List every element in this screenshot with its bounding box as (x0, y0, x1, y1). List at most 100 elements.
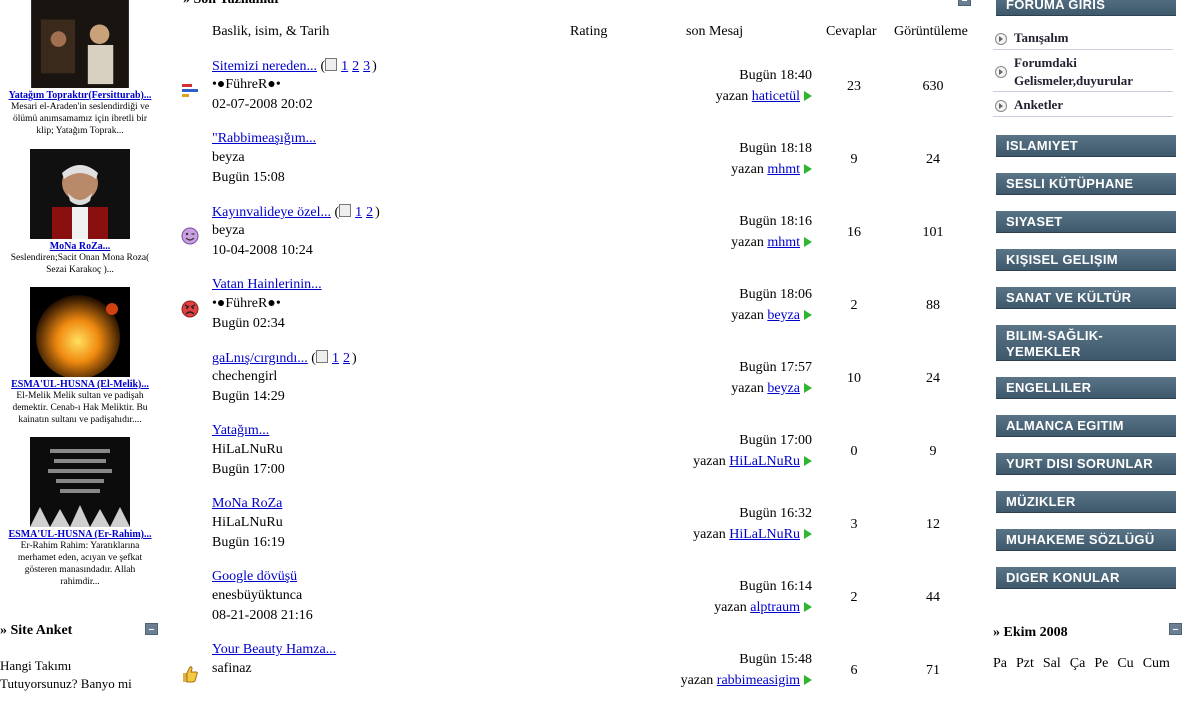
thread-date: Bugün 15:08 (212, 170, 285, 185)
sub-item-tanisalim[interactable]: Tanışalım (993, 30, 1173, 50)
page-link[interactable]: 1 (355, 205, 362, 220)
last-post-user-link[interactable]: mhmt (767, 162, 800, 177)
video-thumbnail[interactable] (30, 287, 130, 377)
page-link[interactable]: 1 (332, 351, 339, 366)
nav-category-button[interactable]: ISLAMIYET (996, 135, 1176, 157)
column-header-views[interactable]: Görüntüleme (894, 24, 968, 40)
thread-title-link[interactable]: gaLnış/cırgındı... (212, 351, 308, 366)
nav-category-button[interactable]: YURT DISI SORUNLAR (996, 453, 1176, 475)
nav-category-button[interactable]: BILIM-SAĞLIK-YEMEKLER (996, 325, 1176, 361)
last-post-by: yazan haticetül (716, 89, 812, 105)
video-title[interactable]: MoNa RoZa... (0, 241, 160, 252)
go-to-last-post-icon[interactable] (804, 237, 812, 247)
go-to-last-post-icon[interactable] (804, 383, 812, 393)
forum-login-button[interactable]: FORUMA GIRIS (996, 0, 1176, 16)
video-title[interactable]: Yatağım Topraktır(Fersitturab)... (0, 90, 160, 101)
thread-title-link[interactable]: Your Beauty Hamza... (212, 642, 336, 657)
nav-category-button[interactable]: SANAT VE KÜLTÜR (996, 287, 1176, 309)
column-header-subject[interactable]: Baslik, isim, & Tarih (212, 24, 329, 40)
go-to-last-post-icon[interactable] (804, 602, 812, 612)
view-count: 24 (926, 152, 940, 167)
column-header-rating[interactable]: Rating (570, 24, 607, 40)
sub-item-label: Tanışalım (1014, 30, 1069, 45)
last-post-time: Bugün 17:57 (739, 360, 812, 375)
nav-category-button[interactable]: ENGELLILER (996, 377, 1176, 399)
thread-pages: (1 2) (330, 204, 380, 220)
reply-count: 10 (847, 371, 861, 386)
weekday-label: Sal (1042, 656, 1061, 671)
collapse-icon[interactable] (145, 623, 158, 635)
nav-category-button[interactable]: MUHAKEME SÖZLÜGÜ (996, 529, 1176, 551)
view-count: 9 (929, 444, 937, 459)
thread-row: Vatan Hainlerinin... •●FühreR●• Bugün 02:3… (180, 277, 980, 350)
last-post-user-link[interactable]: rabbimeasigim (717, 673, 800, 688)
nav-category-button[interactable]: ALMANCA EGITIM (996, 415, 1176, 437)
calendar-title: » Ekim 2008 (993, 625, 1068, 640)
column-header-replies[interactable]: Cevaplar (826, 24, 877, 40)
reply-count: 9 (850, 152, 858, 167)
reply-count: 23 (847, 79, 861, 94)
nav-category-button[interactable]: MÜZIKLER (996, 491, 1176, 513)
thread-title-line: Your Beauty Hamza... (212, 642, 336, 658)
thread-author: HiLaLNuRu (212, 442, 283, 457)
video-thumbnail[interactable] (30, 0, 130, 88)
weekday-label: Cum (1142, 656, 1170, 671)
last-post-user-link[interactable]: mhmt (767, 235, 800, 250)
page-link[interactable]: 2 (352, 59, 359, 74)
thread-title-link[interactable]: Kayınvalideye özel... (212, 205, 331, 220)
last-post-by: yazan HiLaLNuRu (693, 454, 812, 470)
go-to-last-post-icon[interactable] (804, 310, 812, 320)
go-to-last-post-icon[interactable] (804, 91, 812, 101)
last-post-user-link[interactable]: haticetül (752, 89, 800, 104)
thread-title-link[interactable]: Vatan Hainlerinin... (212, 277, 322, 292)
last-post-time: Bugün 16:14 (739, 579, 812, 594)
last-post-user-link[interactable]: beyza (767, 308, 800, 323)
thread-author: •●FühreR●• (212, 296, 281, 311)
video-item[interactable]: ESMA'ÜL-HÜSNA (Er-Rahim)... Er-Rahim Rah… (0, 437, 160, 588)
page-link[interactable]: 2 (343, 351, 350, 366)
multipage-icon (325, 58, 338, 71)
nav-category-button[interactable]: DIGER KONULAR (996, 567, 1176, 589)
go-to-last-post-icon[interactable] (804, 164, 812, 174)
last-post-user-link[interactable]: beyza (767, 381, 800, 396)
go-to-last-post-icon[interactable] (804, 529, 812, 539)
video-thumbnail[interactable] (30, 437, 130, 527)
thread-title-link[interactable]: "Rabbimeaşığım... (212, 131, 316, 146)
sub-item-anketler[interactable]: Anketler (993, 97, 1173, 117)
column-header-last-post[interactable]: son Mesaj (686, 24, 743, 40)
section-title: » Son Yazılanlar (183, 0, 281, 8)
video-title[interactable]: ESMA'ÜL-HÜSNA (El-Melik)... (0, 379, 160, 390)
right-sidebar: FORUMA GIRIS Tanışalım Forumdaki Gelisme… (993, 0, 1191, 684)
last-post-user-link[interactable]: HiLaLNuRu (729, 527, 800, 542)
page-link[interactable]: 1 (341, 59, 348, 74)
page-link[interactable]: 3 (363, 59, 370, 74)
last-post-time: Bugün 18:06 (739, 287, 812, 302)
thread-title-link[interactable]: MoNa RoZa (212, 496, 282, 511)
thread-title-link[interactable]: Google dövüşü (212, 569, 297, 584)
video-thumbnail[interactable] (30, 149, 130, 239)
page-link[interactable]: 2 (366, 205, 373, 220)
nav-category-button[interactable]: SIYASET (996, 211, 1176, 233)
last-post-user-link[interactable]: HiLaLNuRu (729, 454, 800, 469)
thread-author: beyza (212, 150, 245, 165)
video-item[interactable]: Yatağım Topraktır(Fersitturab)... Mesari… (0, 0, 160, 137)
arrow-bullet-icon (995, 66, 1007, 78)
video-item[interactable]: MoNa RoZa... Seslendiren;Sacit Onan Mona… (0, 149, 160, 276)
video-title[interactable]: ESMA'ÜL-HÜSNA (Er-Rahim)... (0, 529, 160, 540)
sub-item-gelismeler[interactable]: Forumdaki Gelismeler,duyurular (993, 54, 1173, 92)
collapse-icon[interactable] (1169, 623, 1182, 635)
last-post-by: yazan beyza (731, 308, 812, 324)
video-item[interactable]: ESMA'ÜL-HÜSNA (El-Melik)... El-Melik Mel… (0, 287, 160, 426)
site-poll-title: » Site Anket (0, 623, 73, 638)
nav-category-button[interactable]: KIŞISEL GELIŞIM (996, 249, 1176, 271)
last-post-user-link[interactable]: alptraum (750, 600, 800, 615)
go-to-last-post-icon[interactable] (804, 456, 812, 466)
thread-author: chechengirl (212, 369, 278, 384)
view-count: 630 (922, 79, 944, 94)
thread-title-link[interactable]: Sitemizi nereden... (212, 59, 317, 74)
last-post-by: yazan beyza (731, 381, 812, 397)
thread-title-link[interactable]: Yatağım... (212, 423, 269, 438)
collapse-icon[interactable] (958, 0, 971, 6)
thread-title-line: gaLnış/cırgındı... (1 2) (212, 350, 357, 367)
nav-category-button[interactable]: SESLI KÜTÜPHANE (996, 173, 1176, 195)
